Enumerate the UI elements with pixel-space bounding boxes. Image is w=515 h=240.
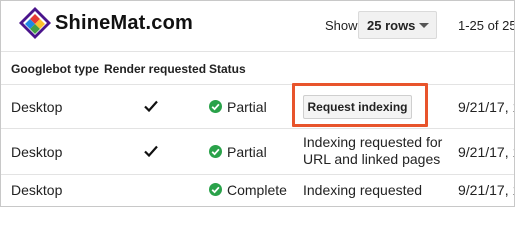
status-text: Partial — [227, 144, 267, 160]
status-ok-icon — [209, 183, 222, 196]
column-header-status: Status — [209, 62, 246, 76]
column-header-render-requested: Render requested — [104, 62, 207, 76]
rows-per-page-select[interactable]: 25 rows — [358, 11, 437, 39]
table-row: Desktop Partial Indexing requested for U… — [1, 128, 514, 175]
column-header-googlebot-type: Googlebot type — [11, 62, 99, 76]
header-bar: ShineMat.com Show 25 rows 1-25 of 25 — [1, 1, 514, 52]
table-row: Desktop Complete Indexing requested 9/21… — [1, 174, 514, 206]
checkmark-icon — [144, 100, 158, 112]
chevron-down-icon — [419, 23, 429, 28]
googlebot-type-cell: Desktop — [11, 99, 63, 115]
highlight-box — [292, 83, 428, 127]
rows-per-page-label: Show — [325, 18, 358, 33]
table-row: Desktop Partial 9/21/17, 12:29 AM — [1, 84, 514, 129]
status-ok-icon — [209, 145, 222, 158]
brand-name: ShineMat.com — [55, 12, 193, 34]
fetch-as-google-panel: ShineMat.com Show 25 rows 1-25 of 25 Goo… — [0, 0, 515, 207]
action-cell: Indexing requested for URL and linked pa… — [303, 134, 442, 168]
googlebot-type-cell: Desktop — [11, 144, 63, 160]
checkmark-icon — [144, 145, 158, 157]
action-cell: Indexing requested — [303, 182, 423, 198]
timestamp-cell: 9/21/17, 10:11 AM — [458, 182, 514, 198]
pagination-range: 1-25 of 25 — [458, 18, 515, 33]
status-text: Partial — [227, 99, 267, 115]
status-text: Complete — [227, 182, 287, 198]
googlebot-type-cell: Desktop — [11, 182, 63, 198]
shinemat-logo-icon — [19, 7, 51, 39]
action-text-line: Indexing requested for — [303, 134, 443, 150]
rows-per-page-value: 25 rows — [367, 18, 416, 33]
timestamp-cell: 9/21/17, 12:29 AM — [458, 144, 514, 160]
timestamp-cell: 9/21/17, 12:29 AM — [458, 99, 514, 115]
status-ok-icon — [209, 100, 222, 113]
action-text-line: URL and linked pages — [303, 151, 441, 167]
